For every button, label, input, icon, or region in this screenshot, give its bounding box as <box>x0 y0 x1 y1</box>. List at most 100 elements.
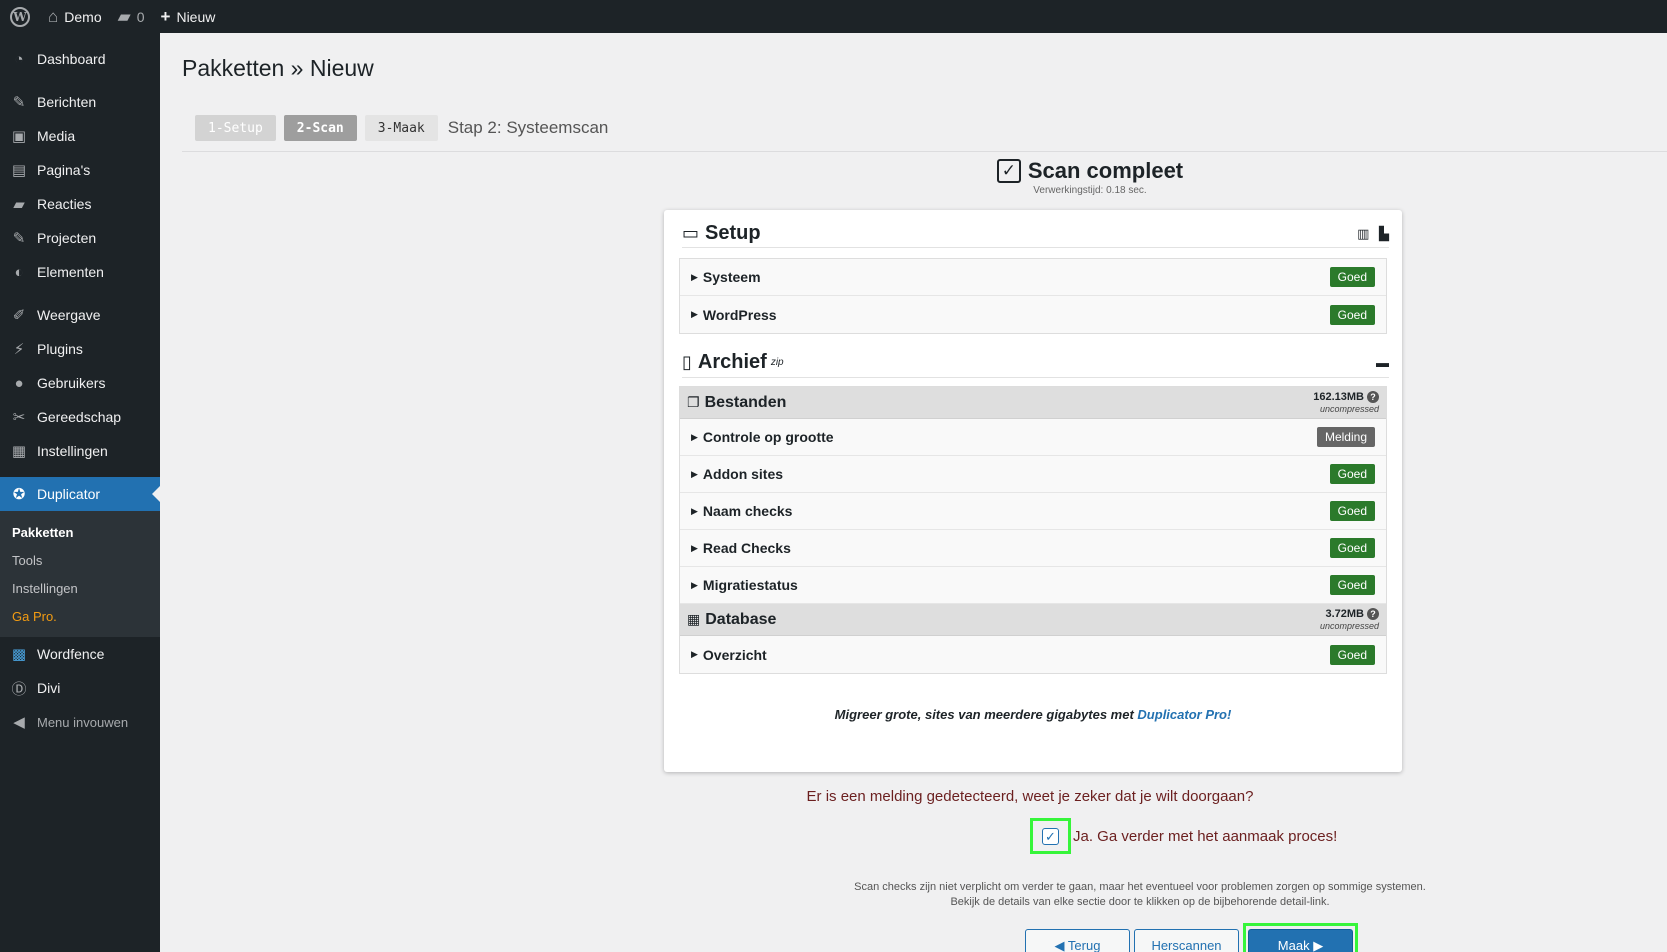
action-buttons: ◀ Terug Herscannen Maak ▶ <box>1025 923 1358 952</box>
divider <box>182 151 1667 152</box>
checkbox-checked-icon: ✓ <box>996 159 1021 183</box>
scan-header: ✓ Scan compleet Verwerkingstijd: 0.18 se… <box>940 158 1240 196</box>
check-row-overzicht[interactable]: ▶ Overzicht Goed <box>680 636 1386 673</box>
collapse-menu-button[interactable]: ◀ Menu invouwen <box>0 705 160 739</box>
sidebar-item-label: Weergave <box>37 307 101 323</box>
check-row-read-checks[interactable]: ▶ Read Checks Goed <box>680 530 1386 567</box>
status-badge: Goed <box>1329 538 1375 558</box>
submenu-item-instellingen[interactable]: Instellingen <box>0 574 160 602</box>
wrench-icon: ✂ <box>12 409 26 426</box>
note-line-2: Bekijk de details van elke sectie door t… <box>950 896 1330 908</box>
sidebar-item-projecten[interactable]: ✎ Projecten <box>0 221 160 255</box>
sidebar-item-plugins[interactable]: ⚡ Plugins <box>0 332 160 366</box>
new-content-link[interactable]: + Nieuw <box>153 0 224 33</box>
check-row-controle-op-grootte[interactable]: ▶ Controle op grootte Melding <box>680 419 1386 456</box>
submenu-item-ga-pro[interactable]: Ga Pro. <box>0 602 160 630</box>
note-line-1: Scan checks zijn niet verplicht om verde… <box>854 881 1426 893</box>
user-icon: ● <box>14 374 24 392</box>
server-icon[interactable]: ▥ <box>1357 226 1369 241</box>
sidebar-item-label: Instellingen <box>37 443 108 459</box>
back-button[interactable]: ◀ Terug <box>1025 929 1130 952</box>
duplicator-pro-link[interactable]: Duplicator Pro! <box>1137 707 1231 722</box>
sidebar-item-duplicator[interactable]: ✪ Duplicator <box>0 477 160 511</box>
database-title: Database <box>705 610 777 628</box>
check-row-addon-sites[interactable]: ▶ Addon sites Goed <box>680 456 1386 493</box>
sidebar-item-berichten[interactable]: ✎ Berichten <box>0 85 160 119</box>
sidebar-item-reacties[interactable]: ▰ Reacties <box>0 187 160 221</box>
elements-icon: ◐ <box>14 263 24 281</box>
rescan-button[interactable]: Herscannen <box>1134 929 1239 952</box>
sidebar-item-dashboard[interactable]: ◔ Dashboard <box>0 42 160 76</box>
site-name-link[interactable]: ⌂ Demo <box>40 0 110 33</box>
sidebar-item-gebruikers[interactable]: ● Gebruikers <box>0 366 160 400</box>
check-row-systeem[interactable]: ▶ Systeem Goed <box>680 259 1386 296</box>
sidebar-item-weergave[interactable]: ✐ Weergave <box>0 298 160 332</box>
status-badge: Goed <box>1329 464 1375 484</box>
pro-promo: Migreer grote, sites van meerdere gigaby… <box>664 707 1402 722</box>
build-button-highlight: Maak ▶ <box>1243 923 1358 952</box>
wordpress-logo-icon[interactable]: W <box>0 0 40 33</box>
highlight-box: ✓ <box>1030 818 1071 854</box>
duplicator-icon: ✪ <box>12 486 26 503</box>
sidebar-item-label: Divi <box>37 680 61 696</box>
sidebar-item-paginas[interactable]: ▤ Pagina's <box>0 153 160 187</box>
database-size-value: 3.72MB <box>1325 607 1364 620</box>
build-button[interactable]: Maak ▶ <box>1248 929 1353 952</box>
sidebar-item-label: Pagina's <box>37 162 91 178</box>
help-icon[interactable]: ? <box>1367 390 1379 403</box>
submenu-item-pakketten[interactable]: Pakketten <box>0 518 160 546</box>
sidebar-item-wordfence[interactable]: ▩ Wordfence <box>0 637 160 671</box>
submenu-item-tools[interactable]: Tools <box>0 546 160 574</box>
comments-link[interactable]: ▰ 0 <box>110 0 153 33</box>
plus-icon: + <box>160 6 171 26</box>
archive-rows: ❐ Bestanden 162.13MB? uncompressed ▶ Cont… <box>679 386 1387 674</box>
admin-sidebar: ◔ Dashboard ✎ Berichten ▣ Media ▤ Pagina's ▰… <box>0 33 160 952</box>
sidebar-item-label: Plugins <box>37 341 83 357</box>
page-icon: ▤ <box>11 162 27 179</box>
caret-right-icon: ▶ <box>691 505 698 516</box>
caret-right-icon: ▶ <box>691 542 698 553</box>
brush-icon: ✐ <box>12 307 26 324</box>
files-copy-icon: ❐ <box>687 394 700 410</box>
scan-note: Scan checks zijn niet verplicht om verde… <box>780 880 1500 910</box>
check-label: Overzicht <box>702 646 767 663</box>
sidebar-item-label: Menu invouwen <box>37 714 129 730</box>
sidebar-item-media[interactable]: ▣ Media <box>0 119 160 153</box>
confirm-checkbox[interactable]: ✓ <box>1042 827 1059 845</box>
sidebar-item-gereedschap[interactable]: ✂ Gereedschap <box>0 400 160 434</box>
database-size-note: uncompressed <box>1319 620 1379 631</box>
warning-question: Er is een melding gedetecteerd, weet je … <box>806 788 1254 805</box>
scan-title: Scan compleet <box>1027 158 1184 183</box>
files-size-value: 162.13MB <box>1313 390 1364 403</box>
hard-drive-icon: ▭ <box>682 223 700 243</box>
sidebar-item-divi[interactable]: Ⓓ Divi <box>0 671 160 705</box>
help-icon[interactable]: ? <box>1367 607 1379 620</box>
wordfence-icon: ▩ <box>11 646 27 663</box>
sidebar-item-elementen[interactable]: ◐ Elementen <box>0 255 160 289</box>
check-label: Migratiestatus <box>702 577 798 593</box>
main-content: Pakketten » Nieuw 1-Setup 2-Scan 3-Maak … <box>160 33 1667 952</box>
confirm-label[interactable]: Ja. Ga verder met het aanmaak proces! <box>1073 828 1337 845</box>
step-title: Stap 2: Systeemscan <box>447 118 609 137</box>
sidebar-item-instellingen[interactable]: ▦ Instellingen <box>0 434 160 468</box>
hdd-icon[interactable]: ▬ <box>1376 355 1389 370</box>
scan-time: Verwerkingstijd: 0.18 sec. <box>1033 185 1147 196</box>
caret-right-icon: ▶ <box>691 309 698 319</box>
status-badge: Goed <box>1329 304 1375 325</box>
sidebar-item-label: Gebruikers <box>37 375 106 391</box>
archive-section-header: ▯ Archief zip ▬ <box>682 348 1389 378</box>
media-icon: ▣ <box>11 128 27 145</box>
check-row-wordpress[interactable]: ▶ WordPress Goed <box>680 296 1386 333</box>
check-row-naam-checks[interactable]: ▶ Naam checks Goed <box>680 493 1386 530</box>
pin-icon: ✎ <box>12 230 26 247</box>
status-badge: Goed <box>1329 501 1375 521</box>
database-group-header: ▦ Database 3.72MB? uncompressed <box>680 604 1386 636</box>
file-icon[interactable]: ▙ <box>1379 226 1389 241</box>
sidebar-item-label: Gereedschap <box>37 409 122 425</box>
sidebar-item-label: Elementen <box>37 264 104 280</box>
files-title: Bestanden <box>704 393 787 411</box>
status-badge: Goed <box>1329 644 1375 665</box>
check-row-migratiestatus[interactable]: ▶ Migratiestatus Goed <box>680 567 1386 604</box>
comment-icon: ▰ <box>13 196 25 213</box>
pin-icon: ✎ <box>12 94 26 111</box>
